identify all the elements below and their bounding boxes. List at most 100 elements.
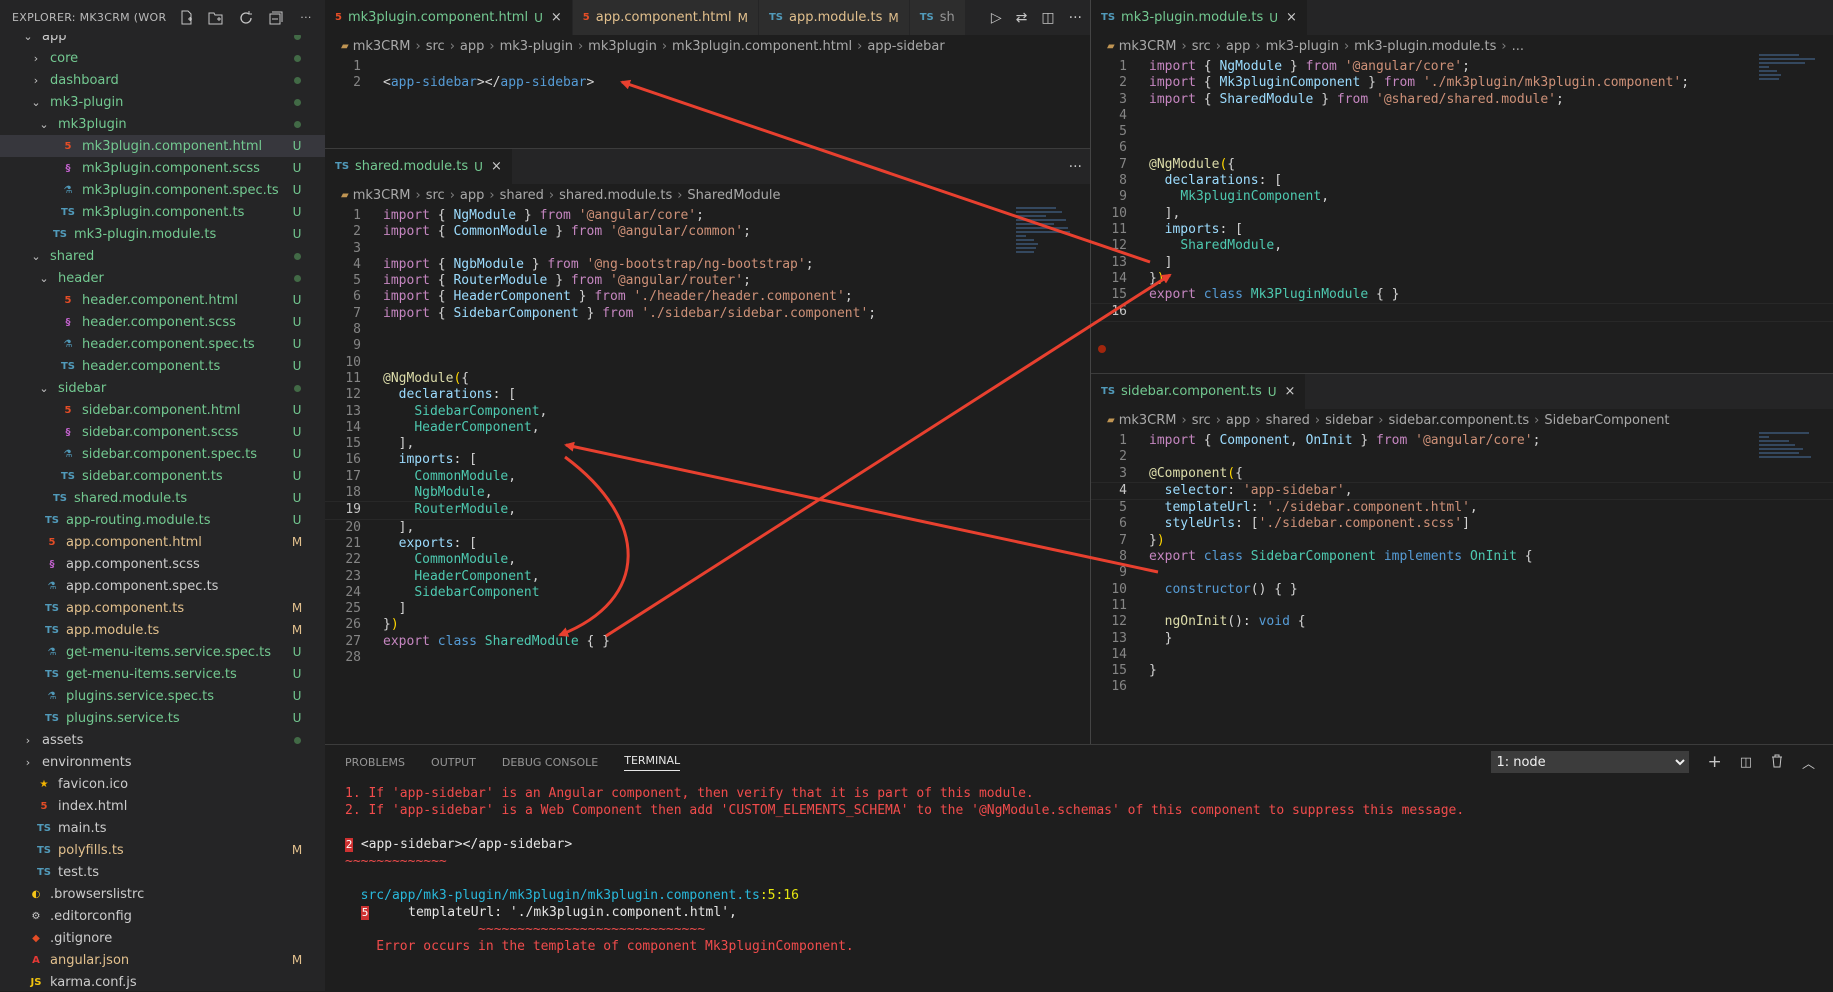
tree-file[interactable]: ⚙ .editorconfig: [0, 905, 325, 927]
tree-file[interactable]: TS sidebar.component.ts U: [0, 465, 325, 487]
tree-file[interactable]: 5 app.component.html M: [0, 531, 325, 553]
more-actions-icon[interactable]: ···: [1069, 159, 1082, 175]
code-line[interactable]: 5 templateUrl: './sidebar.component.html…: [1091, 500, 1833, 516]
new-folder-icon[interactable]: [205, 7, 227, 29]
breadcrumb-item[interactable]: src: [1192, 39, 1211, 54]
code-line[interactable]: 15 export class Mk3PluginModule { }: [1091, 287, 1833, 303]
tree-file[interactable]: § header.component.scss U: [0, 311, 325, 333]
code-line[interactable]: 10 constructor() { }: [1091, 582, 1833, 598]
code-line[interactable]: 5 import { RouterModule } from '@angular/…: [325, 273, 1090, 289]
breadcrumb-item[interactable]: SharedModule: [687, 188, 780, 203]
breadcrumb-item[interactable]: app: [460, 188, 484, 203]
close-icon[interactable]: ×: [1285, 384, 1296, 399]
tree-folder[interactable]: ⌄ mk3plugin: [0, 113, 325, 135]
editor-tab[interactable]: TS sidebar.component.ts U ×: [1091, 374, 1307, 409]
code-line[interactable]: 9: [325, 338, 1090, 354]
new-terminal-icon[interactable]: +: [1707, 752, 1721, 772]
tree-file[interactable]: TS plugins.service.ts U: [0, 707, 325, 729]
breadcrumb-item[interactable]: app-sidebar: [867, 39, 944, 54]
tree-file[interactable]: ⚗ get-menu-items.service.spec.ts U: [0, 641, 325, 663]
breadcrumb-item[interactable]: sidebar.component.ts: [1388, 413, 1529, 428]
split-terminal-icon[interactable]: ◫: [1740, 755, 1752, 770]
tree-file[interactable]: ◐ .browserslistrc: [0, 883, 325, 905]
breadcrumb-item[interactable]: mk3CRM: [1119, 413, 1177, 428]
new-file-icon[interactable]: [175, 7, 197, 29]
more-actions-icon[interactable]: ···: [1069, 10, 1082, 26]
tree-file[interactable]: ◆ .gitignore: [0, 927, 325, 949]
tree-folder[interactable]: › core: [0, 47, 325, 69]
code-line[interactable]: 2 <app-sidebar></app-sidebar>: [325, 75, 1090, 91]
tree-file[interactable]: ⚗ sidebar.component.spec.ts U: [0, 443, 325, 465]
minimap[interactable]: [1016, 207, 1076, 255]
tree-file[interactable]: § app.component.scss: [0, 553, 325, 575]
code-line[interactable]: 6: [1091, 140, 1833, 156]
tree-file[interactable]: TS polyfills.ts M: [0, 839, 325, 861]
code-line[interactable]: 1 import { NgModule } from '@angular/core…: [1091, 59, 1833, 75]
code-line[interactable]: 7}): [1091, 533, 1833, 549]
code-line[interactable]: 2 import { Mk3pluginComponent } from './m…: [1091, 75, 1833, 91]
trash-icon[interactable]: [1770, 753, 1784, 772]
tree-file[interactable]: TS shared.module.ts U: [0, 487, 325, 509]
code-editor[interactable]: 1 2 <app-sidebar></app-sidebar>: [325, 59, 1090, 92]
breadcrumb-item[interactable]: mk3-plugin: [500, 39, 573, 54]
tree-file[interactable]: TS mk3-plugin.module.ts U: [0, 223, 325, 245]
code-line[interactable]: 13 SidebarComponent,: [325, 404, 1090, 420]
minimap[interactable]: [1759, 432, 1819, 460]
tree-file[interactable]: 5 header.component.html U: [0, 289, 325, 311]
breadcrumb-item[interactable]: mk3CRM: [353, 39, 411, 54]
tree-folder[interactable]: ⌄ sidebar: [0, 377, 325, 399]
code-line[interactable]: 20 ],: [325, 520, 1090, 536]
tree-file[interactable]: JS karma.conf.js: [0, 971, 325, 991]
close-icon[interactable]: ×: [551, 10, 562, 25]
tree-folder[interactable]: › assets: [0, 729, 325, 751]
code-line[interactable]: 25 ]: [325, 601, 1090, 617]
breadcrumb-item[interactable]: mk3plugin.component.html: [672, 39, 852, 54]
tree-file[interactable]: TS app.component.ts M: [0, 597, 325, 619]
code-line[interactable]: 9: [1091, 565, 1833, 581]
code-line[interactable]: 17 CommonModule,: [325, 469, 1090, 485]
code-line[interactable]: 4 selector: 'app-sidebar',: [1091, 481, 1833, 501]
editor-tab[interactable]: 5 mk3plugin.component.html U ×: [325, 0, 573, 35]
code-line[interactable]: 7 import { SidebarComponent } from './sid…: [325, 306, 1090, 322]
editor-tab[interactable]: TS sh: [909, 0, 966, 35]
close-icon[interactable]: ×: [491, 159, 502, 174]
editor-tab[interactable]: 5 app.component.html M: [572, 0, 759, 35]
code-editor[interactable]: 1 import { NgModule } from '@angular/core…: [1091, 59, 1833, 322]
code-line[interactable]: 6 import { HeaderComponent } from './head…: [325, 289, 1090, 305]
code-line[interactable]: 1 import { NgModule } from '@angular/core…: [325, 208, 1090, 224]
breadcrumb-item[interactable]: app: [1226, 413, 1250, 428]
tree-folder[interactable]: ⌄ header: [0, 267, 325, 289]
breakpoint-icon[interactable]: [1098, 345, 1106, 353]
breadcrumb-item[interactable]: mk3CRM: [353, 188, 411, 203]
code-line[interactable]: 14: [1091, 647, 1833, 663]
code-line[interactable]: 1 import { Component, OnInit } from '@ang…: [1091, 433, 1833, 449]
code-line[interactable]: 4: [1091, 108, 1833, 124]
more-icon[interactable]: ···: [295, 7, 317, 29]
code-line[interactable]: 13 ]: [1091, 255, 1833, 271]
tree-file[interactable]: § sidebar.component.scss U: [0, 421, 325, 443]
split-editor-icon[interactable]: ◫: [1041, 10, 1054, 26]
code-line[interactable]: 10 ],: [1091, 206, 1833, 222]
code-line[interactable]: 21 exports: [: [325, 536, 1090, 552]
code-line[interactable]: 1: [325, 59, 1090, 75]
code-line[interactable]: 16: [1091, 303, 1833, 322]
breadcrumb-item[interactable]: mk3CRM: [1119, 39, 1177, 54]
tree-file[interactable]: TS mk3plugin.component.ts U: [0, 201, 325, 223]
breadcrumb-item[interactable]: mk3-plugin: [1266, 39, 1339, 54]
code-line[interactable]: 28: [325, 650, 1090, 666]
breadcrumb-item[interactable]: src: [426, 39, 445, 54]
tree-folder[interactable]: › environments: [0, 751, 325, 773]
code-line[interactable]: 8 export class SidebarComponent implement…: [1091, 549, 1833, 565]
breadcrumb-item[interactable]: shared: [500, 188, 544, 203]
tree-file[interactable]: ⚗ plugins.service.spec.ts U: [0, 685, 325, 707]
code-editor[interactable]: 1 import { Component, OnInit } from '@ang…: [1091, 433, 1833, 696]
code-line[interactable]: 2 import { CommonModule } from '@angular/…: [325, 224, 1090, 240]
panel-tab[interactable]: PROBLEMS: [345, 756, 405, 769]
breadcrumb-item[interactable]: shared.module.ts: [559, 188, 672, 203]
code-editor[interactable]: 1 import { NgModule } from '@angular/core…: [325, 208, 1090, 666]
breadcrumb-item[interactable]: app: [1226, 39, 1250, 54]
tree-file[interactable]: ⚗ app.component.spec.ts: [0, 575, 325, 597]
code-line[interactable]: 11 @NgModule({: [325, 371, 1090, 387]
collapse-icon[interactable]: [265, 7, 287, 29]
tree-folder[interactable]: ⌄ shared: [0, 245, 325, 267]
